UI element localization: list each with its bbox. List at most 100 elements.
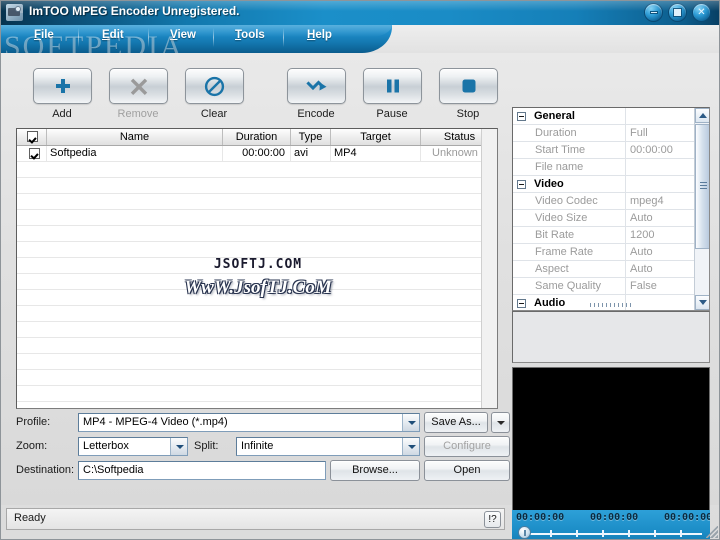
menu-item-view[interactable]: View — [168, 29, 198, 46]
property-grid-scrollbar[interactable] — [694, 108, 709, 310]
property-row-bit-rate[interactable]: Bit Rate 1200 — [513, 227, 694, 244]
file-list-scrollbar[interactable] — [481, 129, 497, 408]
pause-button[interactable] — [363, 68, 422, 104]
configure-button[interactable]: Configure — [424, 436, 510, 457]
menu-item-edit[interactable]: Edit — [100, 29, 126, 46]
split-value: Infinite — [241, 440, 274, 452]
seek-tick — [576, 530, 578, 537]
window-title: ImTOO MPEG Encoder Unregistered. — [29, 4, 240, 18]
property-grid[interactable]: General Duration Full Start Time 00:00:0… — [512, 107, 710, 311]
column-header-select-all[interactable] — [17, 129, 47, 145]
zoom-value: Letterbox — [83, 440, 129, 452]
menu-item-file[interactable]: File — [32, 29, 56, 46]
property-row-video-size[interactable]: Video Size Auto — [513, 210, 694, 227]
file-list[interactable]: Name Duration Type Target Status Softped… — [16, 128, 498, 409]
menu-item-tools[interactable]: Tools — [233, 29, 267, 46]
split-combobox[interactable]: Infinite — [236, 437, 420, 456]
property-group-value — [626, 108, 694, 124]
column-header-type[interactable]: Type — [291, 129, 331, 145]
row-duration: 00:00:00 — [223, 146, 291, 161]
property-value[interactable]: False — [626, 278, 694, 294]
select-all-checkbox[interactable] — [27, 131, 38, 142]
save-as-button[interactable]: Save As... — [424, 412, 488, 433]
property-value[interactable]: Auto — [626, 210, 694, 226]
property-row-video-codec[interactable]: Video Codec mpeg4 — [513, 193, 694, 210]
property-value[interactable]: 1200 — [626, 227, 694, 243]
media-player-controls: 00:00:00 00:00:00 00:00:00 — [512, 510, 710, 540]
scrollbar-thumb[interactable] — [695, 124, 709, 249]
stop-button[interactable] — [439, 68, 498, 104]
property-value[interactable]: Full — [626, 125, 694, 141]
destination-input[interactable]: C:\Softpedia — [78, 461, 326, 480]
menu-item-help[interactable]: Help — [305, 29, 334, 46]
split-label: Split: — [194, 440, 219, 452]
player-time-middle: 00:00:00 — [590, 512, 639, 523]
property-value[interactable]: Auto — [626, 244, 694, 260]
table-row-empty — [17, 370, 497, 386]
video-preview[interactable] — [512, 367, 710, 512]
property-group-general[interactable]: General — [513, 108, 694, 125]
column-header-target[interactable]: Target — [331, 129, 421, 145]
chevron-down-icon[interactable] — [170, 438, 187, 455]
minimize-button[interactable] — [644, 3, 663, 22]
menu-view-rest: iew — [177, 29, 197, 41]
property-value[interactable] — [626, 159, 694, 175]
title-bar[interactable]: ImTOO MPEG Encoder Unregistered. ✕ — [0, 0, 720, 25]
column-header-duration[interactable]: Duration — [223, 129, 291, 145]
table-row[interactable]: Softpedia 00:00:00 avi MP4 Unknown file — [17, 146, 497, 162]
table-row-empty — [17, 258, 497, 274]
browse-button[interactable]: Browse... — [330, 460, 420, 481]
zoom-combobox[interactable]: Letterbox — [78, 437, 188, 456]
table-row-empty — [17, 210, 497, 226]
table-row-empty — [17, 274, 497, 290]
property-row-aspect[interactable]: Aspect Auto — [513, 261, 694, 278]
chevron-down-icon[interactable] — [402, 414, 419, 431]
seek-slider[interactable] — [518, 526, 704, 539]
splitter-grip[interactable] — [590, 303, 634, 307]
row-name: Softpedia — [47, 146, 223, 161]
video-camera-icon — [6, 4, 23, 21]
clear-button[interactable] — [185, 68, 244, 104]
property-group-video[interactable]: Video — [513, 176, 694, 193]
save-as-dropdown-button[interactable] — [491, 412, 510, 433]
add-button[interactable] — [33, 68, 92, 104]
property-row-frame-rate[interactable]: Frame Rate Auto — [513, 244, 694, 261]
open-button[interactable]: Open — [424, 460, 510, 481]
row-checkbox[interactable] — [29, 148, 40, 159]
cross-x-icon — [110, 69, 167, 103]
column-header-name[interactable]: Name — [47, 129, 223, 145]
collapse-icon[interactable] — [517, 299, 526, 308]
table-row-empty — [17, 354, 497, 370]
minimize-icon — [649, 11, 658, 14]
property-row-same-quality[interactable]: Same Quality False — [513, 278, 694, 295]
property-row-file-name[interactable]: File name — [513, 159, 694, 176]
row-select-cell[interactable] — [17, 146, 47, 161]
encode-button[interactable] — [287, 68, 346, 104]
stop-square-icon — [440, 69, 497, 103]
profile-combobox[interactable]: MP4 - MPEG-4 Video (*.mp4) — [78, 413, 420, 432]
scroll-up-icon[interactable] — [695, 108, 709, 123]
seek-thumb[interactable] — [518, 526, 531, 539]
property-value[interactable]: 00:00:00 — [626, 142, 694, 158]
scroll-down-icon[interactable] — [695, 295, 709, 310]
table-row-empty — [17, 386, 497, 402]
close-button[interactable]: ✕ — [692, 3, 711, 22]
collapse-icon[interactable] — [517, 180, 526, 189]
collapse-icon[interactable] — [517, 112, 526, 121]
table-row-empty — [17, 162, 497, 178]
remove-button[interactable] — [109, 68, 168, 104]
property-row-duration[interactable]: Duration Full — [513, 125, 694, 142]
table-row-empty — [17, 338, 497, 354]
resize-grip[interactable] — [706, 526, 718, 538]
property-row-start-time[interactable]: Start Time 00:00:00 — [513, 142, 694, 159]
stop-button-label: Stop — [456, 108, 480, 120]
help-button[interactable]: !? — [484, 511, 501, 528]
maximize-button[interactable] — [668, 3, 687, 22]
chevron-down-icon[interactable] — [402, 438, 419, 455]
seek-tick — [654, 530, 656, 537]
property-value[interactable]: mpeg4 — [626, 193, 694, 209]
seek-tick — [602, 530, 604, 537]
property-value[interactable]: Auto — [626, 261, 694, 277]
property-key: Bit Rate — [531, 227, 626, 243]
toolbar: Add Remove Clear Encode Pause Stop — [8, 57, 505, 123]
